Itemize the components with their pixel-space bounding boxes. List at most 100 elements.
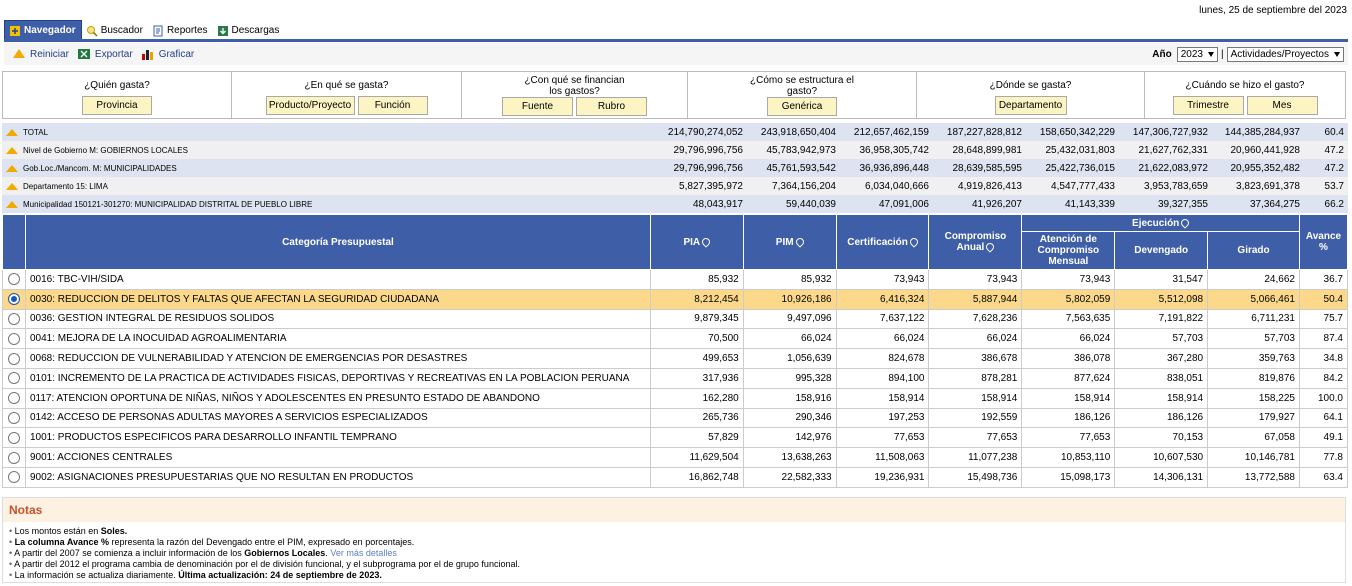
search-icon [86,25,98,37]
up-arrow-icon[interactable] [6,128,18,136]
table-row[interactable]: 0016: TBC-VIH/SIDA 85,932 85,932 73,943 73,9… [2,269,1349,290]
provincia-button[interactable]: Provincia [82,96,152,115]
certificacion-header[interactable]: Certificación [835,214,930,270]
producto-proyecto-button[interactable]: Producto/Proyecto [265,96,355,115]
export-button[interactable]: Exportar [77,48,133,60]
tab-buscador[interactable]: Buscador [82,21,148,40]
summary-row[interactable]: Departamento 15: LIMA 5,827,395,972 7,364,… [2,177,1348,195]
tab-descargas[interactable]: Descargas [213,21,285,40]
row-radio[interactable] [7,332,20,345]
table-row[interactable]: 0036: GESTION INTEGRAL DE RESIDUOS SOLID… [2,308,1349,330]
table-cell: 84.2 [1298,367,1349,389]
table-row[interactable]: 0101: INCREMENTO DE LA PRACTICA DE ACTIV… [2,367,1349,389]
fuente-button[interactable]: Fuente [502,97,573,116]
tab-navegador[interactable]: Navegador [4,20,82,40]
row-radio[interactable] [7,312,20,325]
table-cell: 100.0 [1298,387,1349,409]
summary-cell: 212,657,462,159 [840,123,933,141]
summary-row[interactable]: TOTAL 214,790,274,052 243,918,650,404 212,6… [2,123,1348,141]
note-item: A partir del 2012 el programa cambia de … [9,559,1345,570]
compromiso-header[interactable]: Compromiso Anual [928,214,1023,270]
table-cell: 186,126 [1021,407,1116,429]
table-row[interactable]: 1001: PRODUCTOS ESPECIFICOS PARA DESARRO… [2,427,1349,449]
generica-button[interactable]: Genérica [767,97,837,116]
tab-reportes[interactable]: Reportes [148,21,213,40]
category-name[interactable]: 0030: REDUCCION DE DELITOS Y FALTAS QUE … [24,288,651,310]
row-radio[interactable] [7,471,20,484]
funcion-button[interactable]: Función [357,96,428,115]
year-select[interactable]: 2023 [1176,46,1218,62]
summary-row[interactable]: Municipalidad 150121-301270: MUNICIPALID… [2,195,1348,213]
row-radio[interactable] [7,273,20,286]
table-row[interactable]: 0117: ATENCION OPORTUNA DE NIÑAS, NIÑOS … [2,387,1349,409]
category-name[interactable]: 9002: ASIGNACIONES PRESUPUESTARIAS QUE N… [24,466,651,488]
row-radio[interactable] [7,392,20,405]
up-arrow-icon[interactable] [6,164,18,172]
category-name[interactable]: 0101: INCREMENTO DE LA PRACTICA DE ACTIV… [24,367,651,389]
summary-row[interactable]: Nivel de Gobierno M: GOBIERNOS LOCALES 29… [2,141,1348,159]
table-row[interactable]: 9002: ASIGNACIONES PRESUPUESTARIAS QUE N… [2,466,1349,488]
mes-button[interactable]: Mes [1246,96,1318,115]
category-name[interactable]: 0117: ATENCION OPORTUNA DE NIÑAS, NIÑOS … [24,387,651,409]
table-cell: 838,051 [1114,367,1209,389]
up-arrow-icon[interactable] [6,146,18,154]
girado-header[interactable]: Girado [1207,231,1300,270]
category-name[interactable]: 0142: ACCESO DE PERSONAS ADULTAS MAYORES… [24,407,651,429]
category-name[interactable]: 0016: TBC-VIH/SIDA [24,269,651,290]
row-radio[interactable] [7,431,20,444]
question-title: ¿Dónde se gasta? [989,80,1072,91]
table-cell: 819,876 [1207,367,1300,389]
view-select[interactable]: Actividades/Proyectos [1226,46,1344,62]
info-pin-icon[interactable] [793,236,806,248]
table-cell: 158,914 [1021,387,1116,409]
category-name[interactable]: 0036: GESTION INTEGRAL DE RESIDUOS SOLID… [24,308,651,330]
trimestre-button[interactable]: Trimestre [1172,96,1244,115]
category-name[interactable]: 0068: REDUCCION DE VULNERABILIDAD Y ATEN… [24,348,651,369]
summary-cell: 36,958,305,742 [840,141,933,159]
row-radio[interactable] [7,352,20,365]
notes-panel: Notas Los montos están en Soles. La colu… [2,497,1346,583]
more-details-link[interactable]: Ver más detalles [330,548,397,558]
pia-header[interactable]: PIA [649,214,744,270]
table-row[interactable]: 0068: REDUCCION DE VULNERABILIDAD Y ATEN… [2,348,1349,369]
info-pin-icon[interactable] [700,236,712,248]
reset-button[interactable]: Reiniciar [12,48,69,60]
devengado-header[interactable]: Devengado [1114,231,1209,270]
notes-title: Notas [3,498,1345,522]
rubro-button[interactable]: Rubro [576,97,647,116]
up-arrow-icon[interactable] [6,182,18,190]
chart-button[interactable]: Graficar [141,48,194,60]
table-cell: 19,236,931 [835,466,930,488]
tab-label: Buscador [100,25,143,36]
table-cell: 878,281 [928,367,1023,389]
pim-header[interactable]: PIM [742,214,837,270]
separator: | [1221,48,1224,60]
table-row[interactable]: 0030: REDUCCION DE DELITOS Y FALTAS QUE … [2,288,1349,310]
table-cell: 24,662 [1207,269,1300,290]
note-item: A partir del 2007 se comienza a incluir … [9,548,1345,559]
row-radio[interactable] [7,372,20,385]
row-radio[interactable] [7,293,20,306]
table-cell: 57,703 [1207,328,1300,350]
row-radio[interactable] [7,451,20,464]
row-radio[interactable] [7,411,20,424]
table-row[interactable]: 0041: MEJORA DE LA INOCUIDAD AGROALIMENT… [2,328,1349,350]
info-pin-icon[interactable] [908,236,920,248]
table-row[interactable]: 0142: ACCESO DE PERSONAS ADULTAS MAYORES… [2,407,1349,429]
category-header[interactable]: Categoría Presupuestal [24,214,651,270]
summary-row[interactable]: Gob.Loc./Mancom. M: MUNICIPALIDADES 29,79… [2,159,1348,177]
summary-cell: 25,422,736,015 [1026,159,1119,177]
category-name[interactable]: 0041: MEJORA DE LA INOCUIDAD AGROALIMENT… [24,328,651,350]
category-name[interactable]: 9001: ACCIONES CENTRALES [24,447,651,468]
departamento-button[interactable]: Departamento [994,96,1067,115]
info-pin-icon[interactable] [1179,217,1191,229]
atencion-compromiso-header[interactable]: Atención de Compromiso Mensual [1021,231,1116,270]
summary-cell: 243,918,650,404 [747,123,840,141]
ejecucion-header[interactable]: Ejecución [1021,214,1300,232]
info-pin-icon[interactable] [984,241,996,254]
question-when: ¿Cuándo se hizo el gasto? Trimestre Mes [1145,72,1345,118]
avance-header[interactable]: Avance % [1298,214,1349,270]
table-row[interactable]: 9001: ACCIONES CENTRALES 11,629,504 13,638… [2,447,1349,468]
up-arrow-icon[interactable] [6,200,18,208]
category-name[interactable]: 1001: PRODUCTOS ESPECIFICOS PARA DESARRO… [24,427,651,449]
